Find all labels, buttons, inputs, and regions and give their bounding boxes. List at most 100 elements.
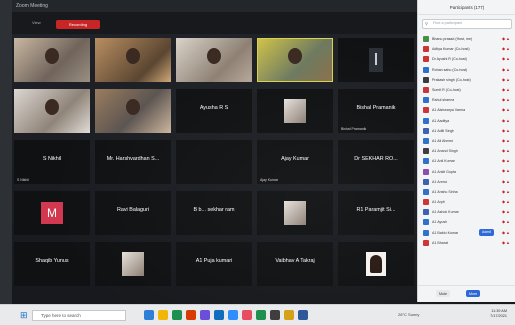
video-tile[interactable]: Mr. Harshvardhan S... [95,140,171,184]
taskbar-app-icon[interactable] [270,310,280,320]
video-tile[interactable] [257,38,333,82]
video-tile[interactable]: Ajay Kumar Ajay Kumar [257,140,333,184]
taskbar-app-icon[interactable] [242,310,252,320]
mic-muted-icon[interactable]: ◆▲ [502,67,511,72]
video-tile[interactable]: Ravi Balaguri [95,191,171,235]
video-tile[interactable]: Ayusha R S [176,89,252,133]
participant-row[interactable]: A1 Anand Singh ◆▲ [418,146,515,156]
taskbar-app-icon[interactable] [200,310,210,320]
participant-row[interactable]: A1 Bharat ◆▲ [418,238,515,248]
participant-row[interactable]: A1 Bablu Kumar ◆▲ Admit [418,228,515,238]
participant-row[interactable]: Dr Ayushi R (Co-host) ◆▲ [418,54,515,64]
participant-row[interactable]: A1 Aditi Singh ◆▲ [418,126,515,136]
mic-muted-icon[interactable]: ◆▲ [502,56,511,61]
video-tile[interactable]: M [14,191,90,235]
mic-muted-icon[interactable]: ◆▲ [502,128,511,133]
participant-name: A1 Bablu Kumar [432,230,459,235]
video-tile[interactable] [95,89,171,133]
participant-row[interactable]: A1 Ali Ahmed ◆▲ [418,136,515,146]
taskbar-app-icon[interactable] [214,310,224,320]
video-tile[interactable] [95,242,171,286]
taskbar-search-input[interactable]: Type here to search [32,310,126,321]
participant-avatar [423,188,429,195]
taskbar-app-icon[interactable] [144,310,154,320]
taskbar-app-icon[interactable] [172,310,182,320]
participant-name: A1 Anmol [432,179,448,184]
tile-caption: Ajay Kumar [260,178,279,182]
video-tile[interactable]: S Nikhil S Nikhil [14,140,90,184]
video-tile[interactable] [176,38,252,82]
video-tile[interactable] [257,191,333,235]
mic-muted-icon[interactable]: ◆▲ [502,148,511,153]
mic-muted-icon[interactable]: ◆▲ [502,138,511,143]
video-tile[interactable]: A1 Puja kumari [176,242,252,286]
recording-indicator[interactable]: Recording [56,20,100,29]
video-tile[interactable] [14,89,90,133]
participant-row[interactable]: A1 Anmol ◆▲ [418,177,515,187]
mic-muted-icon[interactable]: ◆▲ [502,230,511,235]
mute-all-button[interactable]: Mute [436,290,450,297]
taskbar-app-icon[interactable] [256,310,266,320]
mic-muted-icon[interactable]: ◆▲ [502,189,511,194]
participant-row[interactable]: A1 Anshu Sinha ◆▲ [418,187,515,197]
video-tile[interactable]: Shaqib Yunus [14,242,90,286]
participant-row[interactable]: A1 Aishwarya Varma ◆▲ [418,105,515,115]
video-tile[interactable]: Vaibhav A Takraj [257,242,333,286]
system-clock[interactable]: 11:39 AM 7/17/2021 [490,309,507,319]
video-tile[interactable] [338,242,414,286]
video-tile[interactable] [95,38,171,82]
video-tile[interactable]: R1 Paramjit Si... [338,191,414,235]
participant-avatar [423,209,429,216]
mic-muted-icon[interactable]: ◆▲ [502,97,511,102]
video-tile[interactable] [338,38,414,82]
profile-photo [284,99,306,123]
video-tile[interactable]: Dr SEKHAR RO... [338,140,414,184]
participant-row[interactable]: A1 Ashok Kumar ◆▲ [418,207,515,217]
more-button[interactable]: More [466,290,481,297]
windows-start-icon[interactable]: ⊞ [20,310,28,321]
participant-row[interactable]: Prakash singh (Co-host) ◆▲ [418,75,515,85]
participant-avatar [423,178,429,185]
participant-row[interactable]: A1 Anil Kumar ◆▲ [418,156,515,166]
mic-muted-icon[interactable]: ◆▲ [502,36,511,41]
participant-row[interactable]: Rohan sahu (Co-host) ◆▲ [418,65,515,75]
view-button[interactable]: View [32,20,41,25]
participant-row[interactable]: Rahul sharma ◆▲ [418,95,515,105]
taskbar-app-icon[interactable] [298,310,308,320]
profile-photo [284,201,306,225]
participant-list: Bhanu prasad (Host, me) ◆▲ Aditya Kumar (C… [418,34,515,248]
video-tile[interactable] [176,140,252,184]
mic-muted-icon[interactable]: ◆▲ [502,46,511,51]
video-tile[interactable]: B b... sekhar ram [176,191,252,235]
mic-muted-icon[interactable]: ◆▲ [502,219,511,224]
participant-row[interactable]: Bhanu prasad (Host, me) ◆▲ [418,34,515,44]
admit-button[interactable]: Admit [479,228,494,236]
mic-muted-icon[interactable]: ◆▲ [502,87,511,92]
taskbar-app-icon[interactable] [228,310,238,320]
mic-muted-icon[interactable]: ◆▲ [502,199,511,204]
mic-muted-icon[interactable]: ◆▲ [502,168,511,173]
mic-muted-icon[interactable]: ◆▲ [502,179,511,184]
participant-row[interactable]: Aditya Kumar (Co-host) ◆▲ [418,44,515,54]
participant-row[interactable]: A1 Arpit ◆▲ [418,197,515,207]
weather-widget[interactable]: 28°C Sunny [398,312,419,317]
participant-search-input[interactable]: ⚲ Find a participant [422,19,512,29]
mic-muted-icon[interactable]: ◆▲ [502,158,511,163]
taskbar-app-icon[interactable] [186,310,196,320]
video-tile[interactable] [257,89,333,133]
participant-name: Rohan sahu (Co-host) [432,67,468,72]
participant-row[interactable]: A1 Aaditya ◆▲ [418,116,515,126]
taskbar-app-icon[interactable] [158,310,168,320]
mic-muted-icon[interactable]: ◆▲ [502,77,511,82]
taskbar-app-icon[interactable] [284,310,294,320]
mic-muted-icon[interactable]: ◆▲ [502,209,511,214]
video-tile[interactable] [14,38,90,82]
mic-muted-icon[interactable]: ◆▲ [502,240,511,245]
video-tile[interactable]: Bishal Pramanik Bishal Pramanik [338,89,414,133]
participant-row[interactable]: A1 Ankit Gupta ◆▲ [418,166,515,176]
tile-display-name: Vaibhav A Takraj [275,258,315,264]
participant-row[interactable]: A1 Ayush ◆▲ [418,217,515,227]
mic-muted-icon[interactable]: ◆▲ [502,107,511,112]
participant-row[interactable]: Sumit R (Co-host) ◆▲ [418,85,515,95]
mic-muted-icon[interactable]: ◆▲ [502,118,511,123]
